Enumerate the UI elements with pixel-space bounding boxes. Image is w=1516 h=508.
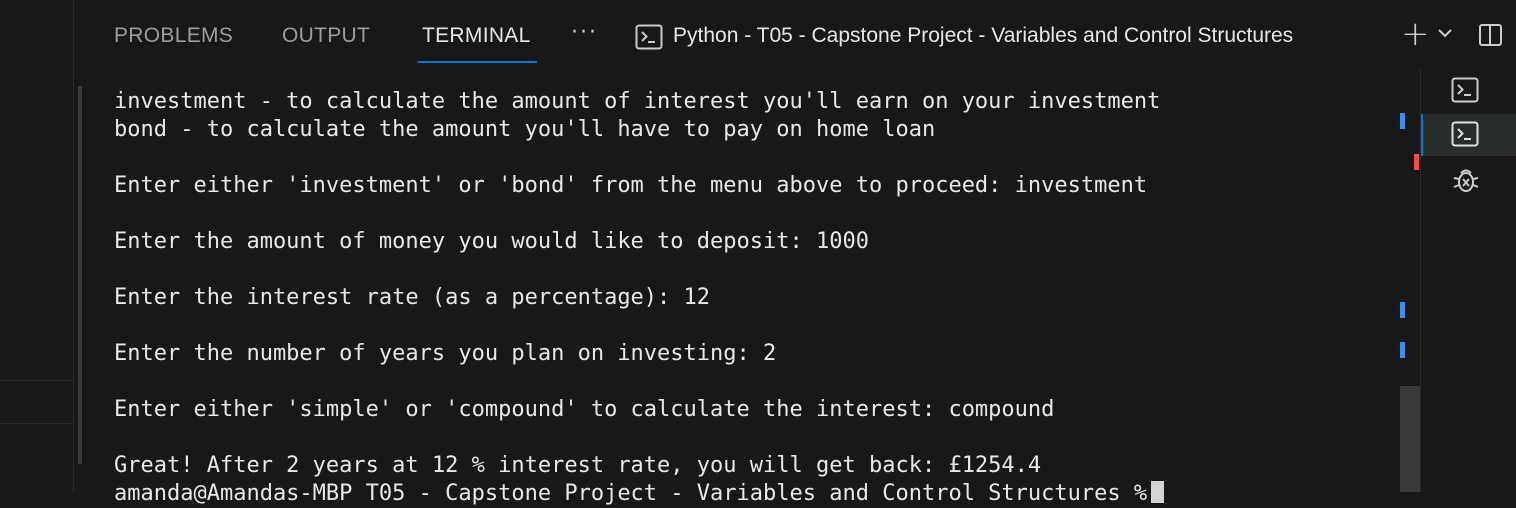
tab-output[interactable]: OUTPUT (282, 24, 370, 48)
terminal-line: Enter either 'investment' or 'bond' from… (114, 173, 1148, 198)
terminal-line: investment - to calculate the amount of … (114, 89, 1161, 114)
plus-icon[interactable]: + (1401, 14, 1430, 54)
terminal-line: Great! After 2 years at 12 % interest ra… (114, 453, 1042, 478)
panel-tab-bar: PROBLEMS OUTPUT TERMINAL ··· Python - T0… (74, 0, 1516, 70)
gutter-divider (0, 423, 73, 424)
terminal-line: Enter the interest rate (as a percentage… (114, 285, 711, 310)
chevron-down-icon[interactable] (1437, 27, 1453, 39)
terminal-icon (1451, 77, 1479, 103)
terminal-list (1420, 70, 1516, 492)
terminal-line: Enter the number of years you plan on in… (114, 341, 777, 366)
terminal-line: bond - to calculate the amount you'll ha… (114, 117, 936, 142)
terminal-list-item[interactable] (1421, 70, 1516, 112)
scroll-marker (1400, 302, 1405, 318)
terminal-prompt-line: amanda@Amandas-MBP T05 - Capstone Projec… (114, 480, 1165, 508)
split-panel-icon[interactable] (1479, 24, 1502, 46)
terminal-prompt: amanda@Amandas-MBP T05 - Capstone Projec… (114, 481, 1148, 506)
active-tab-indicator (418, 61, 537, 63)
gutter-divider (0, 380, 73, 381)
terminal-title[interactable]: Python - T05 - Capstone Project - Variab… (673, 24, 1293, 48)
terminal-line: Enter the amount of money you would like… (114, 229, 869, 254)
more-actions-button[interactable]: ··· (571, 20, 598, 45)
terminal-list-item[interactable] (1421, 158, 1516, 200)
tab-problems[interactable]: PROBLEMS (114, 24, 233, 48)
terminal-line: Enter either 'simple' or 'compound' to c… (114, 397, 1055, 422)
scroll-marker (1400, 113, 1405, 129)
terminal-panel: PROBLEMS OUTPUT TERMINAL ··· Python - T0… (74, 0, 1516, 506)
scrollbar-thumb[interactable] (1400, 386, 1420, 492)
scroll-marker-error (1414, 154, 1419, 170)
terminal-list-item-active[interactable] (1421, 114, 1516, 156)
tab-terminal[interactable]: TERMINAL (422, 24, 531, 48)
debug-bug-icon (1453, 169, 1479, 192)
terminal-icon (635, 24, 663, 50)
scroll-marker (1400, 342, 1405, 358)
terminal-icon (1451, 121, 1479, 147)
terminal-cursor (1151, 481, 1165, 503)
left-gutter (0, 0, 74, 492)
terminal-gutter-bar (78, 86, 82, 464)
